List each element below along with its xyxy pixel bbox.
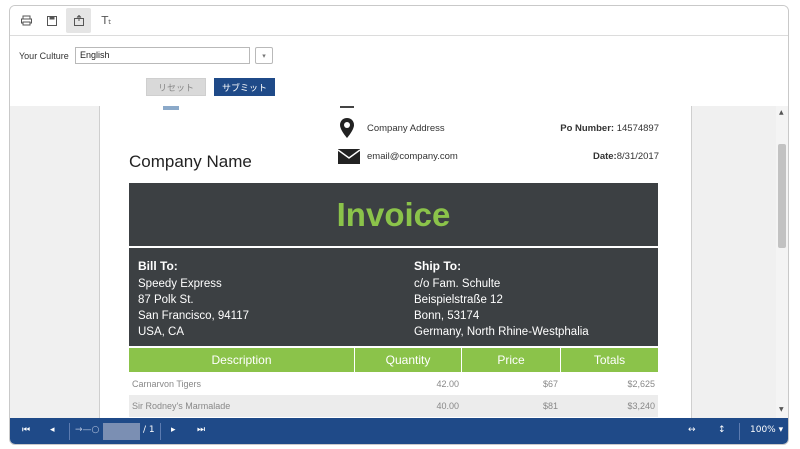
ship-to-line: Beispielstraße 12	[414, 294, 503, 306]
export-icon	[73, 15, 84, 26]
ship-to-label: Ship To:	[414, 259, 462, 273]
ship-to-line: c/o Fam. Schulte	[414, 278, 501, 290]
submit-button[interactable]: サブミット	[214, 78, 275, 96]
cell-quantity: 42.00	[436, 379, 459, 389]
report-viewport[interactable]: Company Name Company Address email@compa…	[10, 106, 788, 418]
chevron-down-icon: ▾	[262, 51, 266, 60]
next-page-icon[interactable]: ▸	[171, 425, 176, 435]
chevron-down-icon: ▾	[778, 425, 784, 435]
column-description: Description	[129, 348, 355, 372]
scrollbar-thumb[interactable]	[778, 144, 786, 248]
toolbar: Tₜ	[10, 6, 788, 36]
culture-input[interactable]: English	[75, 47, 250, 64]
scroll-down-icon[interactable]: ▼	[779, 406, 784, 413]
company-address: Company Address	[367, 123, 445, 134]
cell-price: $67	[542, 379, 558, 389]
table-header: Description Quantity Price Totals	[129, 348, 658, 372]
bill-to-block: Bill To: Speedy Express 87 Polk St. San …	[138, 259, 249, 340]
culture-label: Your Culture	[19, 51, 69, 61]
text-format-icon: Tₜ	[101, 14, 112, 27]
divider	[69, 423, 70, 440]
divider	[739, 423, 740, 440]
po-value: 14574897	[616, 123, 659, 134]
mail-icon	[338, 149, 360, 164]
cell-total: $2,625	[627, 379, 655, 389]
vertical-scrollbar[interactable]: ▲ ▼	[776, 106, 788, 418]
text-format-button[interactable]: Tₜ	[94, 8, 119, 33]
ship-to-block: Ship To: c/o Fam. Schulte Beispielstraße…	[414, 259, 589, 340]
print-icon	[21, 15, 32, 26]
ship-to-line: Bonn, 53174	[414, 310, 480, 322]
culture-dropdown-button[interactable]: ▾	[255, 47, 273, 64]
bill-to-label: Bill To:	[138, 259, 178, 273]
divider	[160, 423, 161, 440]
ship-to-line: Germany, North Rhine-Westphalia	[414, 326, 589, 338]
invoice-date: Date:8/31/2017	[593, 151, 659, 162]
cell-quantity: 40.00	[436, 401, 459, 411]
report-page: Company Name Company Address email@compa…	[99, 106, 692, 418]
report-viewer: Tₜ Your Culture English ▾ リセット サブミット Com…	[9, 5, 789, 445]
phone-icon	[340, 106, 354, 108]
invoice-title-band: Invoice	[129, 183, 658, 246]
date-label: Date:	[592, 151, 617, 162]
column-totals: Totals	[593, 353, 626, 367]
first-page-icon[interactable]: ⏮	[22, 425, 30, 435]
company-name: Company Name	[129, 152, 252, 171]
column-price: Price	[462, 348, 561, 372]
bill-to-line: San Francisco, 94117	[138, 310, 250, 322]
table-row: Carnarvon Tigers 42.00 $67 $2,625	[129, 373, 658, 395]
scroll-up-icon[interactable]: ▲	[779, 109, 784, 116]
zoom-select[interactable]: 100% ▾	[750, 425, 783, 435]
print-button[interactable]	[14, 8, 39, 33]
cell-total: $3,240	[627, 401, 655, 411]
po-label: Po Number:	[560, 123, 615, 134]
parameters-panel: Your Culture English ▾ リセット サブミット	[10, 36, 788, 106]
previous-page-icon[interactable]: ◂	[50, 425, 55, 435]
page-count: / 1	[143, 425, 155, 435]
save-button[interactable]	[39, 8, 64, 33]
address-band: Bill To: Speedy Express 87 Polk St. San …	[129, 248, 658, 346]
cell-price: $81	[542, 401, 558, 411]
table-row: Sir Rodney's Marmalade 40.00 $81 $3,240	[129, 395, 658, 417]
bill-to-line: USA, CA	[138, 326, 185, 338]
page-range: →—○	[75, 425, 100, 435]
logo-fragment	[163, 106, 179, 110]
page-number-input[interactable]	[103, 423, 140, 440]
location-pin-icon	[340, 118, 354, 138]
date-value: 8/31/2017	[616, 151, 659, 162]
fit-width-icon[interactable]: ↔	[688, 425, 696, 435]
last-page-icon[interactable]: ⏭	[197, 425, 205, 435]
export-button[interactable]	[66, 8, 91, 33]
bill-to-line: Speedy Express	[138, 278, 222, 290]
cell-description: Carnarvon Tigers	[132, 379, 202, 389]
reset-button[interactable]: リセット	[146, 78, 206, 96]
save-icon	[46, 15, 57, 26]
company-email: email@company.com	[367, 151, 458, 162]
bill-to-line: 87 Polk St.	[138, 294, 194, 306]
zoom-level: 100%	[750, 425, 776, 435]
fit-height-icon[interactable]: ↕	[718, 425, 726, 435]
cell-description: Sir Rodney's Marmalade	[132, 401, 231, 411]
column-quantity: Quantity	[355, 348, 462, 372]
invoice-title: Invoice	[336, 195, 451, 233]
navigation-bar: ⏮ ◂ →—○ / 1 ▸ ⏭ ↔ ↕ 100% ▾	[10, 418, 788, 444]
po-number: Po Number: 14574897	[560, 123, 659, 134]
